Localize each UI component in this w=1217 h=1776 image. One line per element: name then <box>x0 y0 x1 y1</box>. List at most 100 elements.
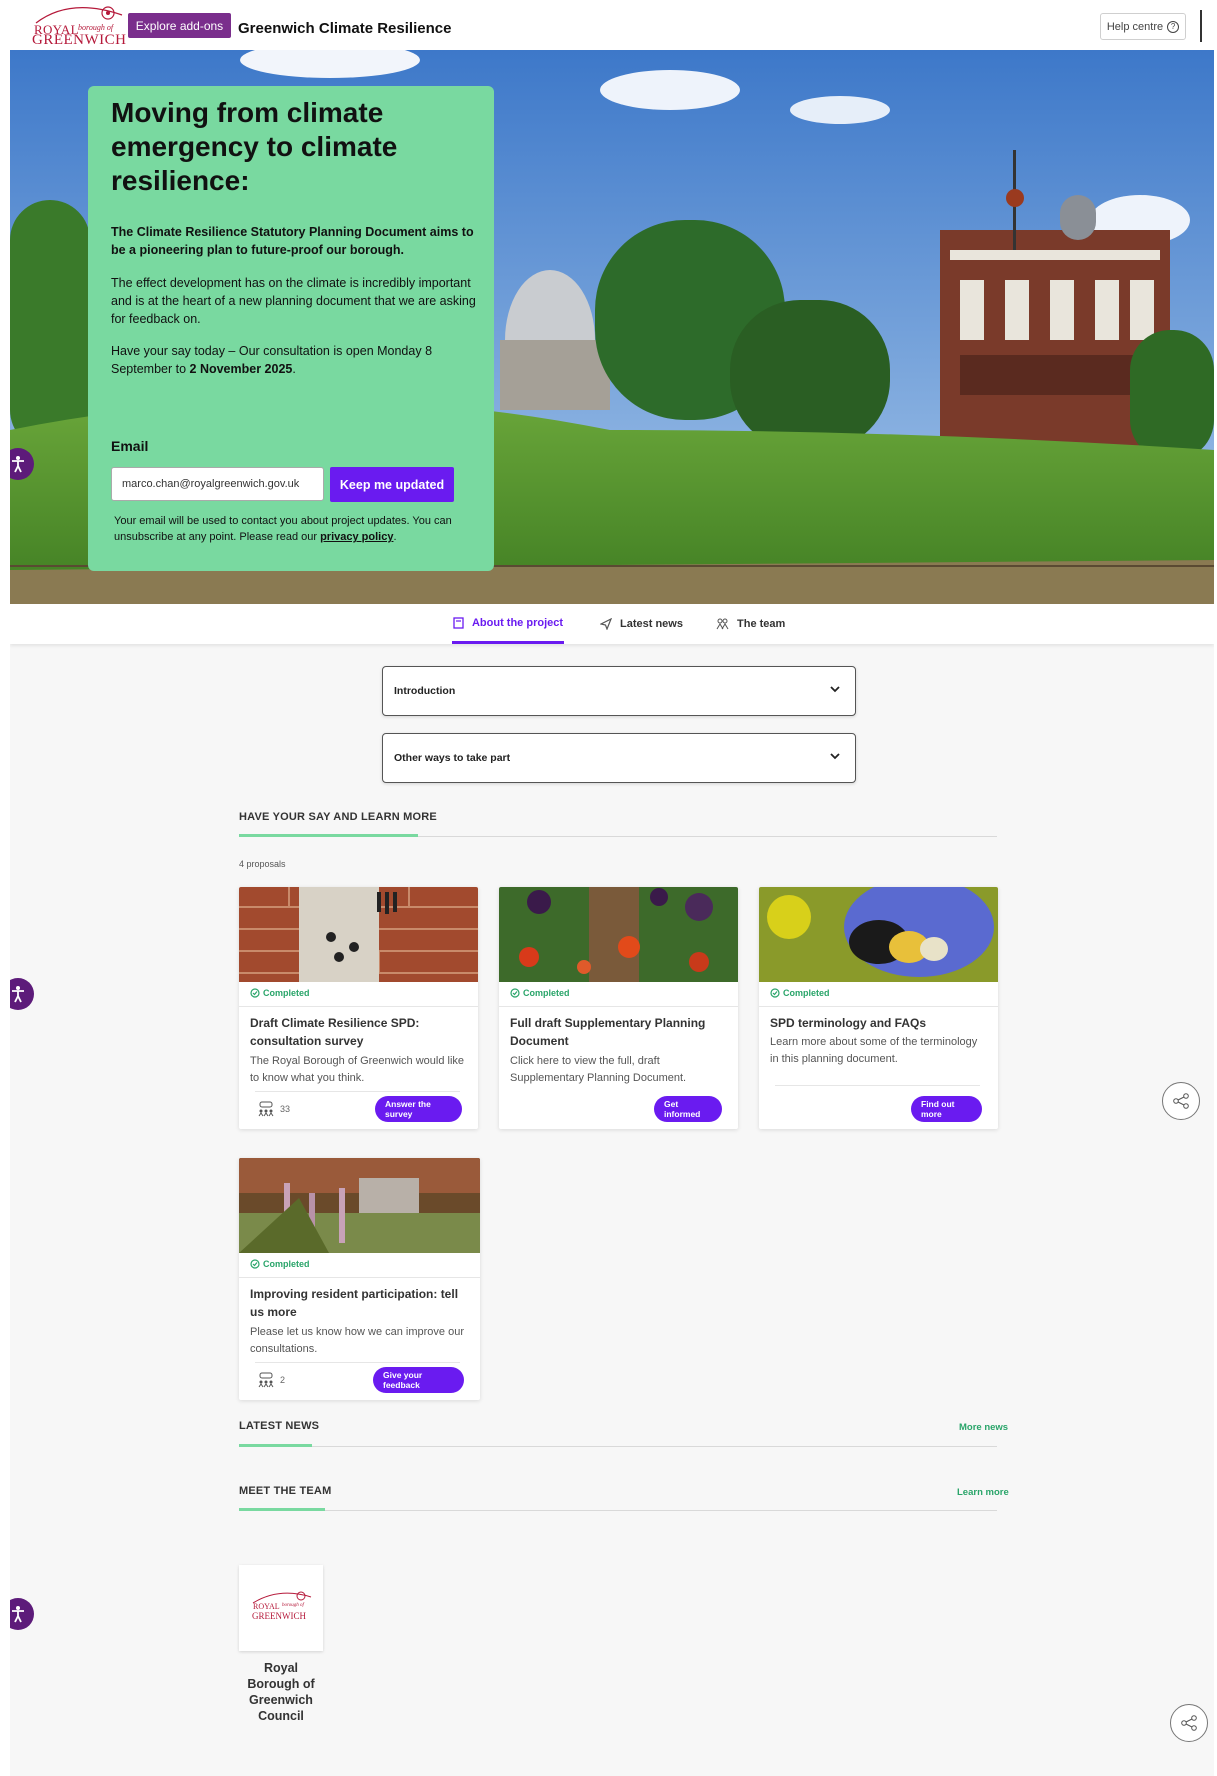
bee-on-flower-image <box>759 887 998 982</box>
status-badge: Completed <box>510 988 570 998</box>
flower-garden-image <box>499 887 738 982</box>
question-icon: ? <box>1167 20 1180 33</box>
accessibility-icon <box>12 456 24 473</box>
keep-me-updated-button[interactable]: Keep me updated <box>330 467 454 502</box>
hero-paragraph: The effect development has on the climat… <box>111 276 476 326</box>
section-divider <box>239 1446 997 1447</box>
privacy-policy-link[interactable]: privacy policy <box>320 531 393 543</box>
card-description: Please let us know how we can improve ou… <box>250 1326 464 1355</box>
hero-dates-paragraph: Have your say today – Our consultation i… <box>111 344 433 376</box>
card-image <box>499 887 738 982</box>
proposal-card[interactable]: Completed Full draft Supplementary Plann… <box>499 887 738 1129</box>
card-description: Learn more about some of the terminology… <box>770 1036 978 1065</box>
site-title: Greenwich Climate Resilience <box>238 20 452 37</box>
find-out-more-button[interactable]: Find out more <box>911 1096 982 1122</box>
card-description: Click here to view the full, draft Suppl… <box>510 1055 687 1084</box>
status-badge: Completed <box>250 988 310 998</box>
proposal-card[interactable]: Completed Draft Climate Resilience SPD: … <box>239 887 478 1129</box>
section-divider <box>239 1510 997 1511</box>
help-centre-button[interactable]: Help centre ? <box>1100 13 1186 40</box>
greenwich-logo-small <box>252 1591 312 1604</box>
status-badge: Completed <box>250 1259 310 1269</box>
participants-icon <box>258 1101 274 1117</box>
check-circle-icon <box>250 988 260 998</box>
check-circle-icon <box>250 1259 260 1269</box>
card-divider <box>239 1277 480 1278</box>
page-frame: ROYAL borough of GREENWICH Explore add-o… <box>10 0 1214 1776</box>
logo-greenwich-text: GREENWICH <box>32 32 127 48</box>
get-informed-button[interactable]: Get informed <box>654 1096 722 1122</box>
tab-label: About the project <box>471 616 564 629</box>
street-planting-image <box>239 1158 480 1253</box>
more-news-link[interactable]: More news <box>959 1422 1008 1433</box>
proposals-count: 4 proposals <box>239 859 286 869</box>
header-divider <box>1200 10 1202 42</box>
give-feedback-button[interactable]: Give your feedback <box>373 1367 464 1393</box>
email-disclaimer: Your email will be used to contact you a… <box>114 515 452 543</box>
tab-the-team[interactable]: The team <box>716 604 785 644</box>
card-image <box>239 1158 480 1253</box>
greenwich-logo[interactable]: ROYAL borough of GREENWICH <box>30 1 130 48</box>
help-centre-label: Help centre <box>1106 20 1164 33</box>
project-tabs: About the project Latest news The team <box>10 604 1214 644</box>
check-circle-icon <box>770 988 780 998</box>
explore-addons-button[interactable]: Explore add-ons <box>128 13 231 38</box>
team-heading: MEET THE TEAM <box>239 1485 332 1497</box>
proposals-heading: HAVE YOUR SAY AND LEARN MORE <box>239 811 437 823</box>
card-description: The Royal Borough of Greenwich would lik… <box>250 1055 465 1084</box>
team-logo-greenwich: GREENWICH <box>252 1611 306 1621</box>
accessibility-icon <box>12 986 24 1003</box>
chevron-down-icon <box>830 686 840 693</box>
top-bar: ROYAL borough of GREENWICH Explore add-o… <box>10 0 1214 50</box>
card-divider <box>239 1006 478 1007</box>
status-badge: Completed <box>770 988 830 998</box>
book-icon <box>453 616 464 629</box>
section-accent <box>239 1444 312 1447</box>
card-divider <box>499 1006 738 1007</box>
tab-label: The team <box>737 618 786 630</box>
accessibility-icon <box>12 1606 24 1623</box>
team-logo-royal: ROYAL <box>253 1602 280 1611</box>
card-image <box>759 887 998 982</box>
answer-survey-button[interactable]: Answer the survey <box>375 1096 462 1122</box>
tab-about-the-project[interactable]: About the project <box>452 604 564 644</box>
accordion-label: Other ways to take part <box>394 752 511 764</box>
team-member-logo[interactable]: ROYAL borough of GREENWICH <box>239 1565 323 1651</box>
hero-banner: Moving from climate emergency to climate… <box>10 50 1214 604</box>
participants-icon <box>258 1372 274 1388</box>
proposal-card[interactable]: Completed Improving resident participati… <box>239 1158 480 1400</box>
card-title: Improving resident participation: tell u… <box>250 1287 459 1319</box>
hero-card: Moving from climate emergency to climate… <box>88 86 494 571</box>
news-heading: LATEST NEWS <box>239 1420 320 1432</box>
proposal-card[interactable]: Completed SPD terminology and FAQs Learn… <box>759 887 998 1129</box>
accessibility-button[interactable] <box>10 978 34 1010</box>
email-input[interactable]: marco.chan@royalgreenwich.gov.uk <box>111 467 324 501</box>
section-accent <box>239 1508 325 1511</box>
accordion-introduction[interactable]: Introduction <box>382 666 856 716</box>
section-accent <box>239 834 418 837</box>
participants-count: 2 <box>257 1372 285 1388</box>
accessibility-button[interactable] <box>10 1598 34 1630</box>
tab-latest-news[interactable]: Latest news <box>600 604 683 644</box>
team-icon <box>716 618 729 630</box>
bug-hotel-image <box>239 887 478 982</box>
card-title: Draft Climate Resilience SPD: consultati… <box>250 1016 420 1048</box>
accordion-other-ways[interactable]: Other ways to take part <box>382 733 856 783</box>
hero-lead: The Climate Resilience Statutory Plannin… <box>111 225 474 257</box>
hero-title: Moving from climate emergency to climate… <box>111 97 398 196</box>
logo-borough-text: borough of <box>78 23 114 32</box>
share-button[interactable] <box>1162 1082 1200 1120</box>
learn-more-link[interactable]: Learn more <box>957 1487 1009 1498</box>
tab-label: Latest news <box>620 618 683 630</box>
check-circle-icon <box>510 988 520 998</box>
card-image <box>239 887 478 982</box>
card-divider <box>775 1085 980 1086</box>
send-icon <box>600 618 612 630</box>
chevron-down-icon <box>830 753 840 760</box>
card-divider <box>255 1091 460 1092</box>
team-member-name: Royal Borough of Greenwich Council <box>247 1661 315 1723</box>
share-button[interactable] <box>1170 1704 1208 1742</box>
card-title: Full draft Supplementary Planning Docume… <box>510 1016 706 1048</box>
card-title: SPD terminology and FAQs <box>770 1016 927 1030</box>
accordion-label: Introduction <box>394 685 456 697</box>
